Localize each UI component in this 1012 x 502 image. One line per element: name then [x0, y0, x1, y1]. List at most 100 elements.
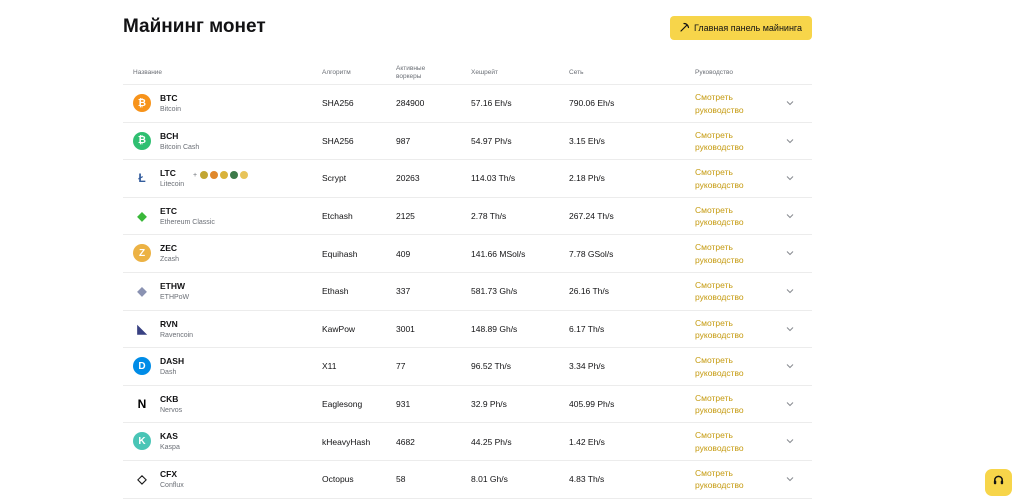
- pickaxe-icon: [680, 22, 690, 34]
- coin-symbol: ETC: [160, 205, 177, 216]
- view-guide-link[interactable]: Смотреть руководство: [695, 279, 765, 304]
- coin-name: ETHPoW: [160, 293, 190, 301]
- coin-symbol: CFX: [160, 468, 177, 479]
- coin-name: Nervos: [160, 406, 183, 414]
- table-row[interactable]: ◇ CFX Conflux Octopus 58 8.01 Gh/s 4.83 Th/s См…: [123, 461, 812, 499]
- coin-symbol: LTC: [160, 168, 176, 179]
- coin-name: Kaspa: [160, 444, 180, 452]
- coin-name: Ethereum Classic: [160, 218, 215, 226]
- coin-name: Zcash: [160, 256, 180, 264]
- hashrate-cell: 8.01 Gh/s: [471, 474, 508, 485]
- view-guide-link[interactable]: Смотреть руководство: [695, 354, 765, 379]
- network-hashrate-cell: 7.78 GSol/s: [569, 248, 614, 259]
- table-row[interactable]: Z ZEC Zcash Equihash 409 141.66 MSol/s 7.78 GS…: [123, 235, 812, 273]
- view-guide-link[interactable]: Смотреть руководство: [695, 91, 765, 116]
- workers-cell: 20263: [396, 173, 420, 184]
- view-guide-link[interactable]: Смотреть руководство: [695, 429, 765, 454]
- network-hashrate-cell: 2.18 Ph/s: [569, 173, 605, 184]
- litecoin-icon: Ł: [138, 171, 146, 186]
- table-row[interactable]: ◆ ETC Ethereum Classic Etchash 2125 2.78 Th/s…: [123, 198, 812, 236]
- chevron-down-icon[interactable]: [785, 437, 795, 445]
- hashrate-cell: 57.16 Eh/s: [471, 98, 512, 109]
- algorithm-cell: SHA256: [322, 135, 354, 146]
- table-row[interactable]: Ł LTC Litecoin Scrypt 20263 114.03 Th/s 2.18 P…: [123, 160, 812, 198]
- coin-symbol: BCH: [160, 130, 179, 141]
- bitcoin-cash-icon: ₿: [133, 131, 151, 150]
- page-title: Майнинг монет: [123, 16, 266, 37]
- hashrate-cell: 2.78 Th/s: [471, 211, 507, 222]
- algorithm-cell: X11: [322, 361, 337, 372]
- algorithm-cell: Ethash: [322, 286, 349, 297]
- network-hashrate-cell: 26.16 Th/s: [569, 286, 610, 297]
- chevron-down-icon[interactable]: [785, 400, 795, 408]
- mining-dashboard-button[interactable]: Главная панель майнинга: [670, 16, 812, 40]
- junkcoin-icon: [230, 171, 239, 180]
- table-row[interactable]: ◆ ETHW ETHPoW Ethash 337 581.73 Gh/s 26.16 Th/…: [123, 273, 812, 311]
- network-hashrate-cell: 4.83 Th/s: [569, 474, 605, 485]
- hashrate-cell: 141.66 MSol/s: [471, 248, 526, 259]
- nervos-icon: N: [137, 396, 147, 411]
- view-guide-link[interactable]: Смотреть руководство: [695, 166, 765, 191]
- chevron-down-icon[interactable]: [785, 249, 795, 257]
- algorithm-cell: Equihash: [322, 248, 358, 259]
- ethw-icon: ◆: [137, 283, 147, 298]
- algorithm-cell: Eaglesong: [322, 399, 363, 410]
- chevron-down-icon[interactable]: [785, 212, 795, 220]
- algorithm-cell: Scrypt: [322, 173, 347, 184]
- chevron-down-icon[interactable]: [785, 137, 795, 145]
- merged-mining-coins: +: [193, 171, 249, 180]
- mining-dashboard-label: Главная панель майнинга: [693, 23, 803, 33]
- network-hashrate-cell: 790.06 Eh/s: [569, 98, 615, 109]
- table-row[interactable]: ₿ BTC Bitcoin SHA256 284900 57.16 Eh/s 790.06 …: [123, 85, 812, 123]
- coin-symbol: BTC: [160, 93, 178, 103]
- hashrate-cell: 54.97 Ph/s: [471, 135, 512, 146]
- table-row[interactable]: D DASH Dash X11 77 96.52 Th/s 3.34 Ph/s Смотрет…: [123, 348, 812, 386]
- table-row[interactable]: K KAS Kaspa kHeavyHash 4682 44.25 Ph/s 1.42 Eh…: [123, 423, 812, 461]
- ethereum-classic-icon: ◆: [137, 208, 147, 223]
- chevron-down-icon[interactable]: [785, 362, 795, 370]
- hashrate-cell: 148.89 Gh/s: [471, 323, 518, 334]
- hashrate-cell: 581.73 Gh/s: [471, 286, 518, 297]
- coins-table: Название Алгоритм Активные воркеры Хешре…: [123, 62, 812, 499]
- support-button[interactable]: [985, 469, 1012, 496]
- workers-cell: 284900: [396, 98, 425, 109]
- coin-symbol: KAS: [160, 431, 178, 442]
- workers-cell: 4682: [396, 436, 415, 447]
- algorithm-cell: KawPow: [322, 323, 356, 334]
- table-row[interactable]: ₿ BCH Bitcoin Cash SHA256 987 54.97 Ph/s 3.15 …: [123, 123, 812, 161]
- bellscoin-icon: [210, 171, 219, 180]
- header-hashrate: Хешрейт: [471, 69, 499, 76]
- hashrate-cell: 44.25 Ph/s: [471, 436, 512, 447]
- hashrate-cell: 32.9 Ph/s: [471, 399, 507, 410]
- view-guide-link[interactable]: Смотреть руководство: [695, 241, 765, 266]
- chevron-down-icon[interactable]: [785, 325, 795, 333]
- view-guide-link[interactable]: Смотреть руководство: [695, 467, 765, 492]
- chevron-down-icon[interactable]: [785, 475, 795, 483]
- network-hashrate-cell: 6.17 Th/s: [569, 323, 605, 334]
- header-workers: Активные воркеры: [396, 65, 426, 80]
- network-hashrate-cell: 3.15 Eh/s: [569, 135, 605, 146]
- network-hashrate-cell: 267.24 Th/s: [569, 211, 614, 222]
- coin-symbol: CKB: [160, 393, 179, 404]
- zcash-icon: Z: [133, 244, 151, 263]
- view-guide-link[interactable]: Смотреть руководство: [695, 129, 765, 154]
- workers-cell: 3001: [396, 323, 415, 334]
- chevron-down-icon[interactable]: [785, 174, 795, 182]
- luckycoin-icon: [240, 171, 249, 180]
- headset-icon: [992, 474, 1005, 492]
- header-network: Сеть: [569, 69, 584, 76]
- table-row[interactable]: N CKB Nervos Eaglesong 931 32.9 Ph/s 405.99 Ph…: [123, 386, 812, 424]
- header-algorithm: Алгоритм: [322, 69, 351, 76]
- conflux-icon: ◇: [137, 471, 147, 486]
- dogecoin-icon: [200, 171, 209, 180]
- chevron-down-icon[interactable]: [785, 99, 795, 107]
- coin-symbol: DASH: [160, 356, 185, 367]
- table-row[interactable]: ◣ RVN Ravencoin KawPow 3001 148.89 Gh/s 6.17 T…: [123, 311, 812, 349]
- view-guide-link[interactable]: Смотреть руководство: [695, 317, 765, 342]
- view-guide-link[interactable]: Смотреть руководство: [695, 204, 765, 229]
- algorithm-cell: Octopus: [322, 474, 354, 485]
- network-hashrate-cell: 1.42 Eh/s: [569, 436, 605, 447]
- header-name: Название: [133, 69, 163, 76]
- chevron-down-icon[interactable]: [785, 287, 795, 295]
- view-guide-link[interactable]: Смотреть руководство: [695, 392, 765, 417]
